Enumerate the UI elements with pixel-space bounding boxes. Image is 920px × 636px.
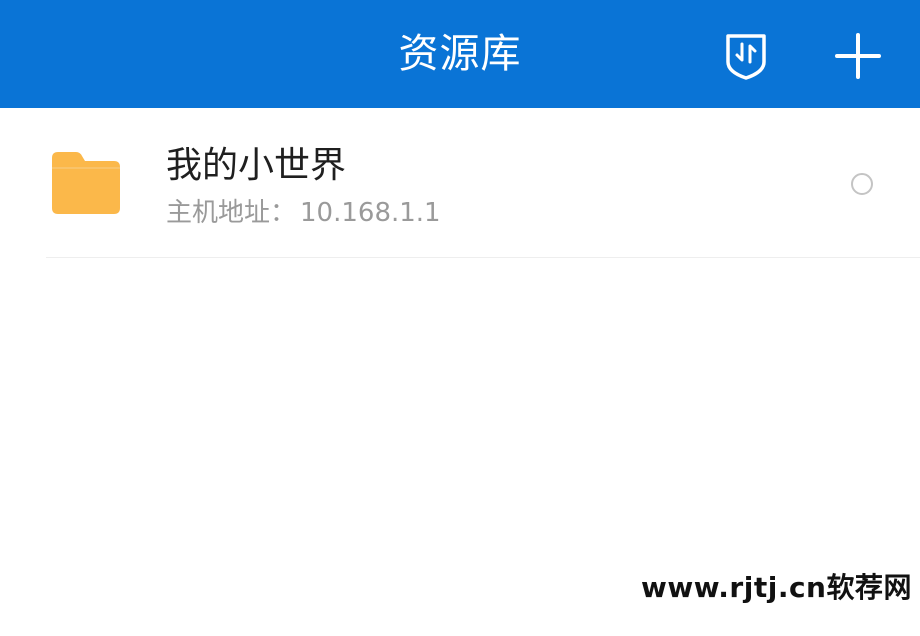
item-title: 我的小世界 bbox=[166, 145, 347, 186]
plus-icon bbox=[835, 33, 881, 79]
app-window: 资源库 我的小世界 主机地址： 10.168.1.1 www.rjtj.cn软荐… bbox=[0, 0, 920, 636]
transfer-shield-icon bbox=[726, 34, 766, 80]
add-button[interactable] bbox=[830, 28, 886, 84]
transfer-button[interactable] bbox=[718, 28, 774, 84]
folder-icon bbox=[52, 152, 120, 214]
watermark: www.rjtj.cn软荐网 bbox=[640, 571, 912, 604]
page-title: 资源库 bbox=[398, 31, 522, 77]
item-subtitle: 主机地址： 10.168.1.1 bbox=[166, 196, 441, 230]
top-app-bar: 资源库 bbox=[0, 0, 920, 108]
host-label: 主机地址： bbox=[166, 198, 297, 228]
library-list: 我的小世界 主机地址： 10.168.1.1 bbox=[0, 108, 920, 258]
divider bbox=[46, 257, 920, 258]
select-radio[interactable] bbox=[851, 173, 873, 195]
list-item[interactable]: 我的小世界 主机地址： 10.168.1.1 bbox=[0, 108, 920, 258]
host-address: 10.168.1.1 bbox=[300, 198, 441, 228]
